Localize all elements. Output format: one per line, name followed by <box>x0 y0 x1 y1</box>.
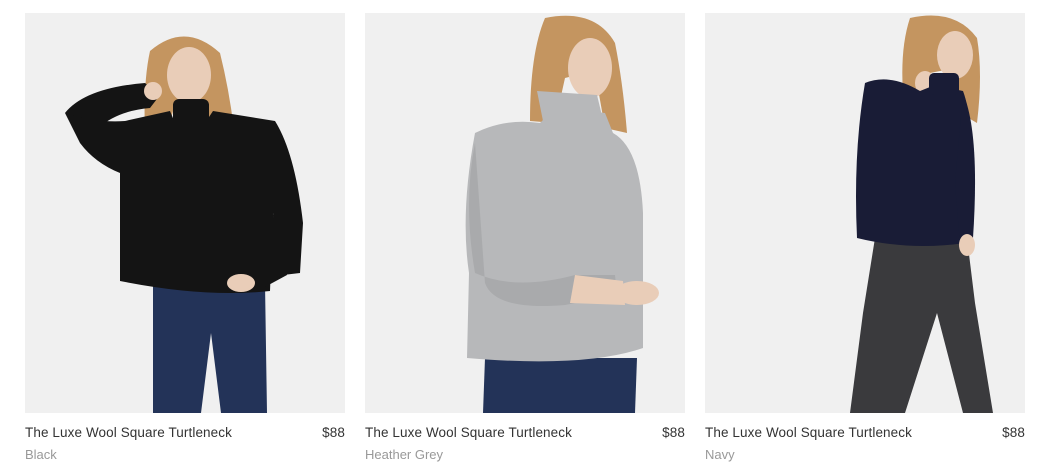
product-info: The Luxe Wool Square Turtleneck $88 <box>365 425 685 441</box>
product-card[interactable]: The Luxe Wool Square Turtleneck $88 Heat… <box>365 13 685 462</box>
model-navy-turtleneck-image <box>705 13 1025 413</box>
product-price: $88 <box>1002 425 1025 440</box>
product-name[interactable]: The Luxe Wool Square Turtleneck <box>25 425 232 440</box>
product-photo[interactable] <box>365 13 685 413</box>
product-card[interactable]: The Luxe Wool Square Turtleneck $88 Blac… <box>25 13 345 462</box>
product-color: Heather Grey <box>365 447 444 462</box>
model-grey-turtleneck-image <box>365 13 685 413</box>
product-price: $88 <box>662 425 685 440</box>
product-photo[interactable] <box>25 13 345 413</box>
product-card[interactable]: The Luxe Wool Square Turtleneck $88 Navy <box>705 13 1025 462</box>
product-photo[interactable] <box>705 13 1025 413</box>
product-color: Navy <box>705 447 735 462</box>
model-black-turtleneck-image <box>25 13 345 413</box>
product-grid: The Luxe Wool Square Turtleneck $88 Blac… <box>0 0 1049 464</box>
product-price: $88 <box>322 425 345 440</box>
product-info: The Luxe Wool Square Turtleneck $88 <box>705 425 1025 441</box>
product-name[interactable]: The Luxe Wool Square Turtleneck <box>705 425 912 440</box>
product-name[interactable]: The Luxe Wool Square Turtleneck <box>365 425 572 440</box>
product-info: The Luxe Wool Square Turtleneck $88 <box>25 425 345 441</box>
product-color: Black <box>25 447 57 462</box>
